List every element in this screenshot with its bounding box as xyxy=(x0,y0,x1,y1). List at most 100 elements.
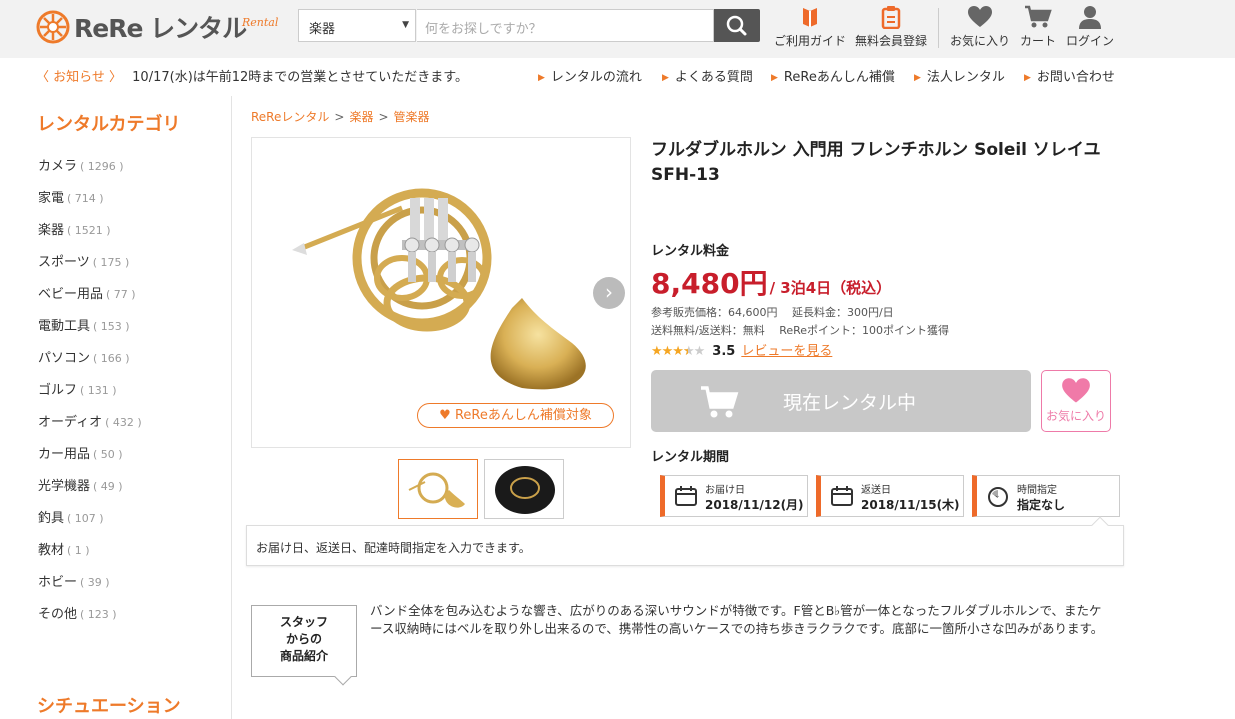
staff-line-1: スタッフ xyxy=(279,615,328,629)
insurance-badge[interactable]: ♥ ReReあんしん補償対象 xyxy=(417,403,614,428)
delivery-date-field[interactable]: お届け日 2018/11/12(月) xyxy=(660,475,808,517)
sidebar-item-count: ( 50 ) xyxy=(93,448,123,461)
search-icon xyxy=(726,15,747,36)
sidebar-item-count: ( 77 ) xyxy=(106,288,136,301)
book-icon xyxy=(803,8,817,27)
logo-mark-icon xyxy=(36,10,70,44)
breadcrumb-category[interactable]: 楽器 xyxy=(349,110,373,124)
top-link-corporate[interactable]: ▶ 法人レンタル xyxy=(914,66,1005,85)
login-link[interactable]: ログイン xyxy=(1066,5,1114,49)
search-button[interactable] xyxy=(714,9,760,42)
sidebar-item-count: ( 1521 ) xyxy=(67,224,111,237)
sidebar-item-audio[interactable]: オーディオ( 432 ) xyxy=(38,411,142,430)
register-label: 無料会員登録 xyxy=(855,34,928,48)
sidebar-item-label: ゴルフ xyxy=(38,383,78,398)
sidebar-item-golf[interactable]: ゴルフ( 131 ) xyxy=(38,379,117,398)
horn-case-thumb xyxy=(485,460,563,518)
sidebar-item-count: ( 39 ) xyxy=(80,576,110,589)
sidebar-item-camera[interactable]: カメラ( 1296 ) xyxy=(38,155,124,174)
rating-value: 3.5 xyxy=(712,344,736,359)
sidebar-item-label: カー用品 xyxy=(38,447,91,462)
category-select[interactable]: 楽器 ▼ xyxy=(298,9,416,42)
search-input[interactable]: 何をお探しですか？ xyxy=(417,9,714,42)
product-main-image[interactable] xyxy=(251,137,631,448)
breadcrumb-separator: > xyxy=(334,110,345,124)
triangle-right-icon: ▶ xyxy=(1024,73,1031,83)
return-date-label: 返送日 xyxy=(861,485,891,496)
user-icon xyxy=(1079,6,1101,29)
guide-link[interactable]: ご利用ガイド xyxy=(774,5,846,49)
sidebar-item-other[interactable]: その他( 123 ) xyxy=(38,603,117,622)
sidebar-item-count: ( 432 ) xyxy=(105,416,142,429)
site-header: ReRe レンタル Rental 楽器 ▼ 何をお探しですか？ ご利用ガイド 無… xyxy=(0,0,1235,58)
favorites-link[interactable]: お気に入り xyxy=(950,5,1010,49)
search-placeholder: 何をお探しですか？ xyxy=(425,22,542,37)
triangle-right-icon: ▶ xyxy=(771,73,778,83)
review-link[interactable]: レビューを見る xyxy=(741,344,832,359)
breadcrumb-subcategory[interactable]: 管楽器 xyxy=(394,110,430,124)
cart-link[interactable]: カート xyxy=(1020,5,1056,49)
register-link[interactable]: 無料会員登録 xyxy=(855,5,927,49)
sidebar-item-count: ( 153 ) xyxy=(93,320,130,333)
notice-label[interactable]: 〈 お知らせ 〉 xyxy=(36,70,122,85)
sidebar-item-hobby[interactable]: ホビー( 39 ) xyxy=(38,571,110,590)
site-logo[interactable]: ReRe レンタル Rental xyxy=(36,8,286,44)
calendar-icon xyxy=(675,486,697,506)
sidebar-item-count: ( 131 ) xyxy=(80,384,117,397)
sidebar-item-instrument[interactable]: 楽器( 1521 ) xyxy=(38,219,111,238)
top-link-faq[interactable]: ▶ よくある質問 xyxy=(662,66,753,85)
sidebar-item-label: 家電 xyxy=(38,191,65,206)
rent-button-label: 現在レンタル中 xyxy=(783,392,917,414)
thumbnail-1[interactable] xyxy=(398,459,478,519)
rent-button[interactable]: 現在レンタル中 xyxy=(651,370,1031,432)
category-sidebar: レンタルカテゴリ シチュエーション xyxy=(0,96,232,719)
sidebar-item-label: その他 xyxy=(38,607,78,622)
delivery-time-label: 時間指定 xyxy=(1017,485,1057,496)
sidebar-item-fishing[interactable]: 釣具( 107 ) xyxy=(38,507,104,526)
sidebar-item-optical[interactable]: 光学機器( 49 ) xyxy=(38,475,123,494)
top-link-label: ReReあんしん補償 xyxy=(783,70,895,85)
heart-icon xyxy=(968,6,992,27)
sidebar-item-car[interactable]: カー用品( 50 ) xyxy=(38,443,123,462)
top-link-label: お問い合わせ xyxy=(1036,70,1115,85)
top-link-contact[interactable]: ▶ お問い合わせ xyxy=(1024,66,1115,85)
sidebar-item-appliance[interactable]: 家電( 714 ) xyxy=(38,187,104,206)
top-link-label: レンタルの流れ xyxy=(550,70,642,85)
sidebar-item-sports[interactable]: スポーツ( 175 ) xyxy=(38,251,129,270)
sidebar-item-label: 釣具 xyxy=(38,511,65,526)
chevron-down-icon: ▼ xyxy=(402,20,409,30)
notice-bar: 〈 お知らせ 〉 10/17(水)は午前12時までの営業とさせていただきます。 xyxy=(36,66,468,85)
triangle-right-icon: ▶ xyxy=(538,73,545,83)
favorite-label: お気に入り xyxy=(1045,409,1106,423)
sidebar-item-baby[interactable]: ベビー用品( 77 ) xyxy=(38,283,136,302)
french-horn-image xyxy=(292,188,586,390)
top-link-label: 法人レンタル xyxy=(926,70,1005,85)
sidebar-item-power-tools[interactable]: 電動工具( 153 ) xyxy=(38,315,130,334)
rental-price: 8,480円/ 3泊4日（税込） xyxy=(651,262,891,302)
clock-icon xyxy=(988,487,1008,507)
tooltip-text: お届け日、返送日、配達時間指定を入力できます。 xyxy=(256,541,531,555)
heart-icon xyxy=(1062,378,1090,403)
rating-stars-icon: ★★★★★★ xyxy=(651,344,705,359)
sidebar-item-pc[interactable]: パソコン( 166 ) xyxy=(38,347,130,366)
thumbnail-2[interactable] xyxy=(484,459,564,519)
sidebar-title: レンタルカテゴリ xyxy=(37,114,181,135)
staff-line-2: からの xyxy=(285,632,322,646)
sidebar-item-label: 光学機器 xyxy=(38,479,91,494)
delivery-date-label: お届け日 xyxy=(705,485,745,496)
clipboard-icon xyxy=(881,6,901,29)
return-date-field[interactable]: 返送日 2018/11/15(木) xyxy=(816,475,964,517)
notice-text[interactable]: 10/17(水)は午前12時までの営業とさせていただきます。 xyxy=(132,70,468,85)
top-link-flow[interactable]: ▶ レンタルの流れ xyxy=(538,66,642,85)
top-link-insurance[interactable]: ▶ ReReあんしん補償 xyxy=(771,66,895,85)
cart-icon xyxy=(701,386,739,418)
breadcrumb-home[interactable]: ReReレンタル xyxy=(251,110,329,124)
sidebar-item-label: ベビー用品 xyxy=(38,287,104,302)
image-next-button[interactable]: › xyxy=(593,277,625,309)
sidebar-item-education[interactable]: 教材( 1 ) xyxy=(38,539,90,558)
product-title: フルダブルホルン 入門用 フレンチホルン Soleil ソレイユ SFH-13 xyxy=(651,140,1101,185)
return-date-value: 2018/11/15(木) xyxy=(861,498,960,512)
add-favorite-button[interactable]: お気に入り xyxy=(1041,370,1111,432)
product-description: バンド全体を包み込むような響き、広がりのある深いサウンドが特徴です。F管とB♭管… xyxy=(370,603,1104,636)
delivery-time-field[interactable]: 時間指定 指定なし xyxy=(972,475,1120,517)
